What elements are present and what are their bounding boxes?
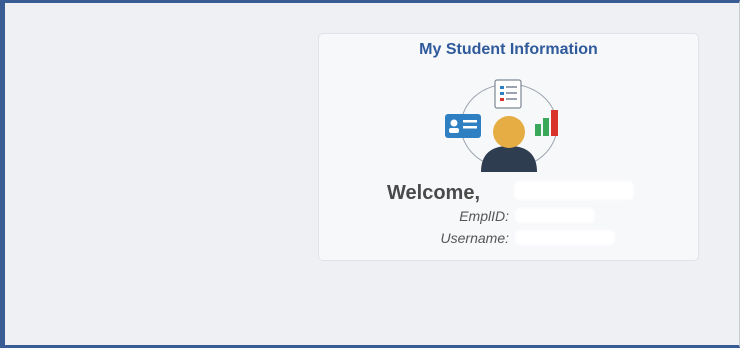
student-information-illustration (445, 79, 558, 172)
bar-chart-icon (535, 110, 558, 136)
page-frame: My Student Information Welcome, EmplID: … (0, 0, 740, 348)
redacted-emplid (515, 208, 595, 223)
emplid-label: EmplID: (459, 208, 509, 224)
user-avatar-icon (481, 116, 537, 172)
tile-title: My Student Information (419, 41, 598, 58)
username-label: Username: (440, 230, 509, 246)
document-icon (494, 79, 522, 109)
welcome-label: Welcome, (387, 182, 480, 204)
redacted-name (514, 181, 634, 200)
id-card-icon (445, 114, 481, 138)
student-information-tile[interactable]: My Student Information Welcome, EmplID: … (318, 33, 699, 261)
redacted-username (515, 230, 615, 245)
